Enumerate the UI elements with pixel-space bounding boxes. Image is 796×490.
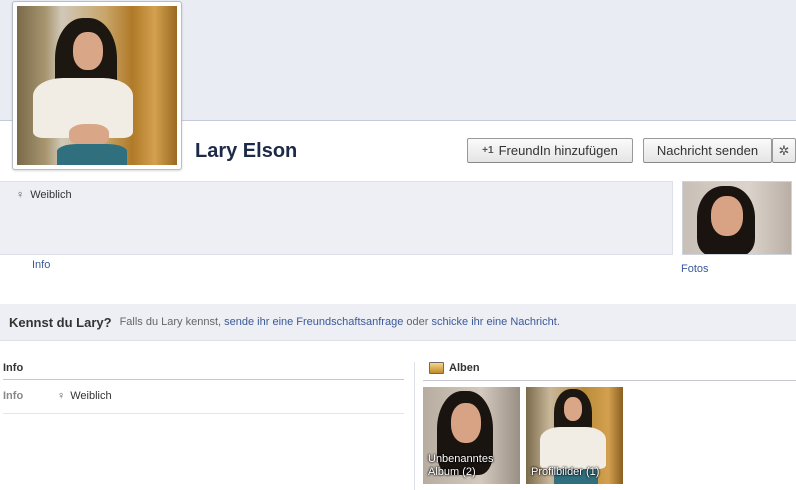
- photo-skirt: [57, 144, 127, 165]
- send-message-label: Nachricht senden: [656, 143, 759, 158]
- tab-info[interactable]: Info: [32, 259, 50, 271]
- tabs-divider: [0, 254, 673, 255]
- albums-header: Alben: [429, 362, 480, 374]
- album-photo-face: [564, 397, 582, 421]
- gender-label: Weiblich: [30, 189, 72, 201]
- gear-icon: ✲: [778, 142, 790, 158]
- album-profile-pictures[interactable]: Profilbilder (1): [526, 387, 623, 484]
- album-label-line2: Album (2): [428, 466, 476, 478]
- albums-title: Alben: [449, 362, 480, 374]
- info-row-value: ♀ Weiblich: [57, 390, 112, 402]
- photo-skin: [69, 124, 109, 146]
- column-divider: [414, 362, 415, 490]
- info-strip: [0, 181, 673, 254]
- know-person-or: oder: [406, 316, 429, 328]
- add-friend-button[interactable]: +1 FreundIn hinzufügen: [467, 138, 633, 163]
- info-section-bottom-rule: [3, 413, 404, 414]
- photo-album-icon: [429, 362, 444, 374]
- friend-request-link[interactable]: sende ihr eine Freundschaftsanfrage: [224, 316, 403, 328]
- album-label: Unbenanntes Album (2): [428, 453, 516, 479]
- profile-photo: [17, 6, 177, 165]
- settings-button[interactable]: ✲: [772, 138, 796, 163]
- album-label: Profilbilder (1): [531, 466, 619, 479]
- album-photo-shirt: [540, 427, 606, 469]
- send-message-button[interactable]: Nachricht senden: [643, 138, 772, 163]
- album-label-line1: Profilbilder (1): [531, 466, 600, 478]
- gender-info: ♀ Weiblich: [16, 189, 72, 201]
- know-person-title: Kennst du Lary?: [9, 314, 112, 330]
- thumb-face: [711, 196, 743, 236]
- know-person-end: .: [556, 316, 560, 328]
- info-row-value-text: Weiblich: [70, 390, 112, 402]
- add-friend-label: FreundIn hinzufügen: [498, 143, 618, 158]
- info-row-key: Info: [3, 390, 24, 402]
- tab-fotos[interactable]: Fotos: [681, 263, 709, 275]
- know-person-text: Falls du Lary kennst,: [119, 316, 222, 328]
- profile-name: Lary Elson: [195, 140, 298, 162]
- send-message-link[interactable]: schicke ihr eine Nachricht: [431, 316, 556, 328]
- info-section-title: Info: [3, 362, 24, 374]
- female-icon: ♀: [16, 189, 25, 201]
- add-friend-icon: +1: [482, 145, 494, 156]
- album-photo-face: [451, 403, 481, 443]
- profile-picture[interactable]: [12, 1, 182, 170]
- albums-rule: [423, 380, 796, 381]
- photo-face: [73, 32, 103, 70]
- fotos-thumbnail[interactable]: [682, 181, 792, 255]
- know-person-banner: Kennst du Lary? Falls du Lary kennst, se…: [0, 304, 796, 341]
- album-untitled[interactable]: Unbenanntes Album (2): [423, 387, 520, 484]
- female-icon: ♀: [57, 390, 66, 402]
- info-section-rule: [3, 379, 404, 380]
- album-label-line1: Unbenanntes: [428, 453, 494, 465]
